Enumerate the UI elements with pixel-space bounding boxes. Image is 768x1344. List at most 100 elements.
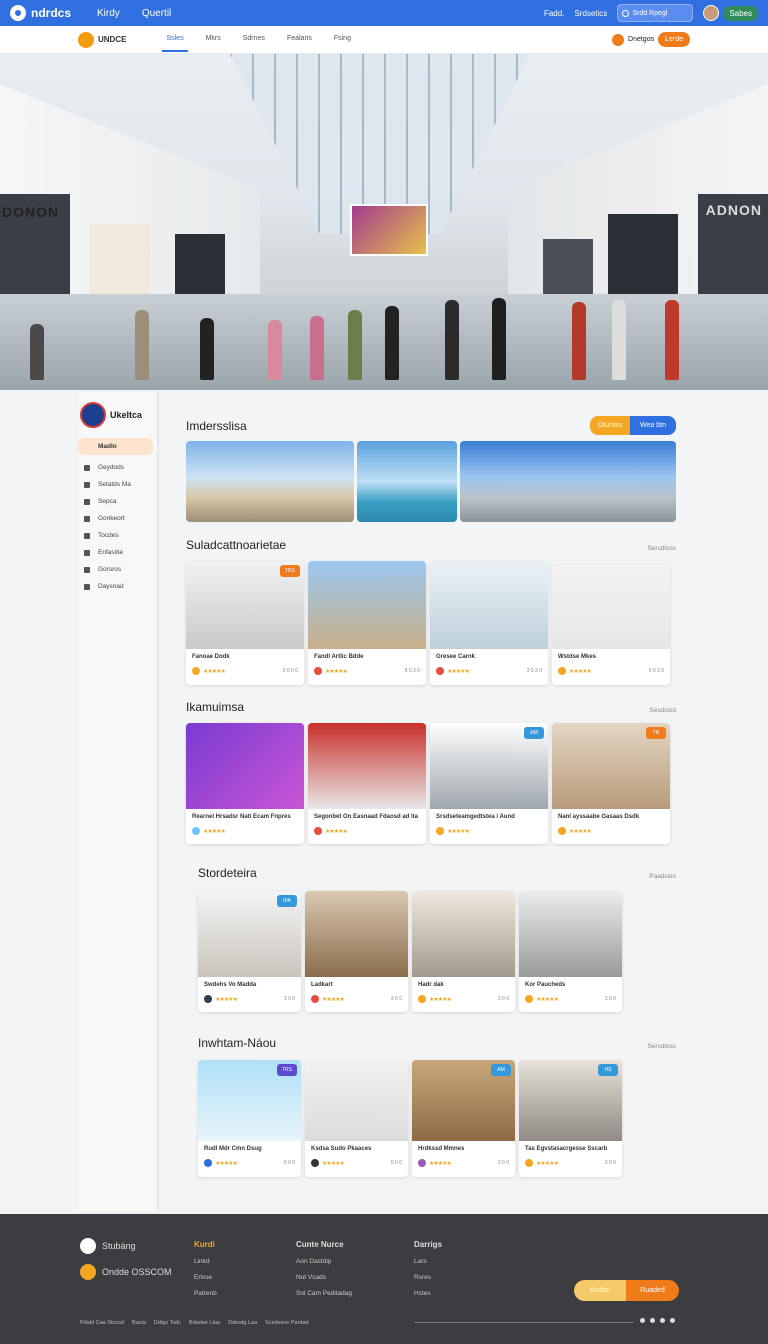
- product-card[interactable]: Rearnel Hrsadsr Nati Ecam Fnpres ★★★★★: [186, 723, 304, 844]
- sidebar-item[interactable]: Daysnad: [78, 578, 157, 595]
- secondary-label[interactable]: Dnetgos: [628, 36, 654, 43]
- banner-image[interactable]: [460, 441, 676, 522]
- product-image[interactable]: [305, 891, 408, 977]
- footer-cta-left[interactable]: Andbn: [574, 1280, 627, 1301]
- top-link[interactable]: Srdsetics: [574, 9, 607, 18]
- product-card[interactable]: AM Hrdkssd Mmnes ★★★★★ 3 0 0: [412, 1060, 515, 1177]
- product-card[interactable]: Fandl Artlic Bdde ★★★★★ 5 0 3 0: [308, 561, 426, 685]
- secondary-action-button[interactable]: Wea btn: [630, 416, 676, 435]
- product-image[interactable]: [519, 891, 622, 977]
- footer-bottom-link[interactable]: Ddwstg Laa: [228, 1320, 257, 1326]
- product-card[interactable]: IPA Swdehs Vo Madda ★★★★★ 3 0 0: [198, 891, 301, 1012]
- footer-bottom-link[interactable]: Ddtgs Tsdc: [154, 1320, 181, 1326]
- secondary-button[interactable]: Lerde: [658, 32, 690, 47]
- primary-nav-item[interactable]: Quertil: [142, 8, 171, 19]
- sidebar-item[interactable]: Sepca: [78, 493, 157, 510]
- product-image[interactable]: HS: [519, 1060, 622, 1141]
- sidebar-item-active[interactable]: Madlo: [78, 438, 153, 455]
- footer-bottom-link[interactable]: Bacia: [132, 1320, 146, 1326]
- sidebar-item[interactable]: Setatds Ma: [78, 476, 157, 493]
- product-card[interactable]: AM Srsdseteamgedtstea i Aund ★★★★★: [430, 723, 548, 844]
- featured-banner[interactable]: [186, 441, 676, 522]
- sidebar-item[interactable]: Enfasitie: [78, 544, 157, 561]
- product-card[interactable]: Wstdse Mkes ★★★★★ 5 0 3 0: [552, 561, 670, 685]
- product-image[interactable]: [552, 561, 670, 649]
- tab[interactable]: Fsing: [330, 27, 355, 52]
- product-card[interactable]: Kor Paucheds ★★★★★ 3 0 0: [519, 891, 622, 1012]
- primary-action-button[interactable]: Dtuntas: [589, 416, 631, 435]
- primary-nav-item[interactable]: Kirdy: [97, 8, 120, 19]
- footer-link[interactable]: Erlvse: [194, 1274, 217, 1281]
- product-card[interactable]: TRS Rudl Mdr Cmn Dsug ★★★★★ 0 0 0: [198, 1060, 301, 1177]
- tab[interactable]: Mkrs: [202, 27, 225, 52]
- section-see-all-link[interactable]: Paadsies: [649, 873, 676, 880]
- footer-bottom-link[interactable]: Pdald Caa Stcosd: [80, 1320, 124, 1326]
- banner-image[interactable]: [357, 441, 457, 522]
- product-card[interactable]: Ladkart ★★★★★ 3 0 0: [305, 891, 408, 1012]
- section-see-all-link[interactable]: Sersdloss: [647, 545, 676, 552]
- product-image[interactable]: [412, 891, 515, 977]
- product-image[interactable]: IPA: [198, 891, 301, 977]
- sidebar-item[interactable]: Geydods: [78, 459, 157, 476]
- product-card[interactable]: Ksdsa Sudo Pkaaces ★★★★★ 0 0 0: [305, 1060, 408, 1177]
- user-button[interactable]: Sabes: [723, 5, 758, 21]
- footer-link[interactable]: Sol Cam Peditadag: [296, 1290, 352, 1297]
- search-input[interactable]: Srdd Rpegl: [617, 4, 694, 22]
- footer-bottom-link[interactable]: Scedssne Pardad: [265, 1320, 308, 1326]
- banner-image[interactable]: [186, 441, 354, 522]
- section-see-all-link[interactable]: Sersdloss: [647, 1043, 676, 1050]
- logo-text: ndrdcs: [31, 6, 72, 20]
- app-logo[interactable]: ndrdcs: [10, 5, 71, 21]
- card-row: TRS Fanoae Dodk ★★★★★ 0 0 0 0 Fandl Artlic B…: [186, 561, 670, 685]
- footer-link[interactable]: Lars: [414, 1258, 442, 1265]
- footer-link[interactable]: Patrenb: [194, 1290, 217, 1297]
- product-image[interactable]: TRS: [198, 1060, 301, 1141]
- footer-brand-row[interactable]: Ondde OSSCOM: [80, 1264, 172, 1280]
- product-image[interactable]: [308, 561, 426, 649]
- tab-active[interactable]: Ssles: [162, 27, 188, 52]
- card-badge: HS: [598, 1064, 618, 1076]
- footer-link[interactable]: Nut Vcads: [296, 1274, 352, 1281]
- tab[interactable]: Sdrnes: [239, 27, 269, 52]
- top-link[interactable]: Fadd.: [544, 9, 564, 18]
- product-image[interactable]: [305, 1060, 408, 1141]
- footer-brand-row[interactable]: Stubáng: [80, 1238, 172, 1254]
- store-sign: DONON: [2, 204, 60, 220]
- tab[interactable]: Fealans: [283, 27, 316, 52]
- product-card[interactable]: Hadr dak ★★★★★ 3 0 0: [412, 891, 515, 1012]
- product-image[interactable]: TR: [552, 723, 670, 809]
- footer-link[interactable]: Rsres: [414, 1274, 442, 1281]
- social-icon[interactable]: [670, 1318, 675, 1323]
- footer-link[interactable]: Linkd: [194, 1258, 217, 1265]
- footer-link[interactable]: Hstes: [414, 1290, 442, 1297]
- product-image[interactable]: [186, 723, 304, 809]
- secondary-brand[interactable]: UNDCE: [78, 31, 126, 48]
- footer-link[interactable]: Aon Dastdip: [296, 1258, 352, 1265]
- storefront: [608, 214, 678, 304]
- sidebar-item[interactable]: Gorsros: [78, 561, 157, 578]
- rating-stars-icon: ★★★★★: [215, 1160, 238, 1167]
- social-icon[interactable]: [650, 1318, 655, 1323]
- product-name: Nanl ayssaabe Gasaas Dsdk: [558, 814, 640, 820]
- product-image[interactable]: AM: [430, 723, 548, 809]
- section-see-all-link[interactable]: Sesdslod: [649, 707, 676, 714]
- product-card[interactable]: TR Nanl ayssaabe Gasaas Dsdk ★★★★★: [552, 723, 670, 844]
- product-image[interactable]: AM: [412, 1060, 515, 1141]
- product-image[interactable]: [308, 723, 426, 809]
- product-card[interactable]: HS Tas Egvstasacrgesse Sscarb ★★★★★ 3 0 0: [519, 1060, 622, 1177]
- product-image[interactable]: [430, 561, 548, 649]
- sidebar-item[interactable]: Tocdes: [78, 527, 157, 544]
- footer-bottom-link[interactable]: Bdadae Ltaa: [189, 1320, 220, 1326]
- sidebar-brand[interactable]: Ukeltca: [78, 392, 157, 438]
- rating-stars-icon: ★★★★★: [429, 996, 452, 1003]
- product-card[interactable]: Segonbet On Easnaad Fdaosd ad ita ★★★★★: [308, 723, 426, 844]
- social-icon[interactable]: [660, 1318, 665, 1323]
- user-avatar[interactable]: [703, 5, 720, 21]
- product-image[interactable]: TRS: [186, 561, 304, 649]
- product-card[interactable]: TRS Fanoae Dodk ★★★★★ 0 0 0 0: [186, 561, 304, 685]
- sidebar-item[interactable]: Gonkeort: [78, 510, 157, 527]
- product-card[interactable]: Gresee Carnk ★★★★★ 3 0 3 0: [430, 561, 548, 685]
- footer-cta-right[interactable]: Ruaded: [626, 1280, 679, 1301]
- social-icon[interactable]: [640, 1318, 645, 1323]
- shopper: [348, 310, 362, 380]
